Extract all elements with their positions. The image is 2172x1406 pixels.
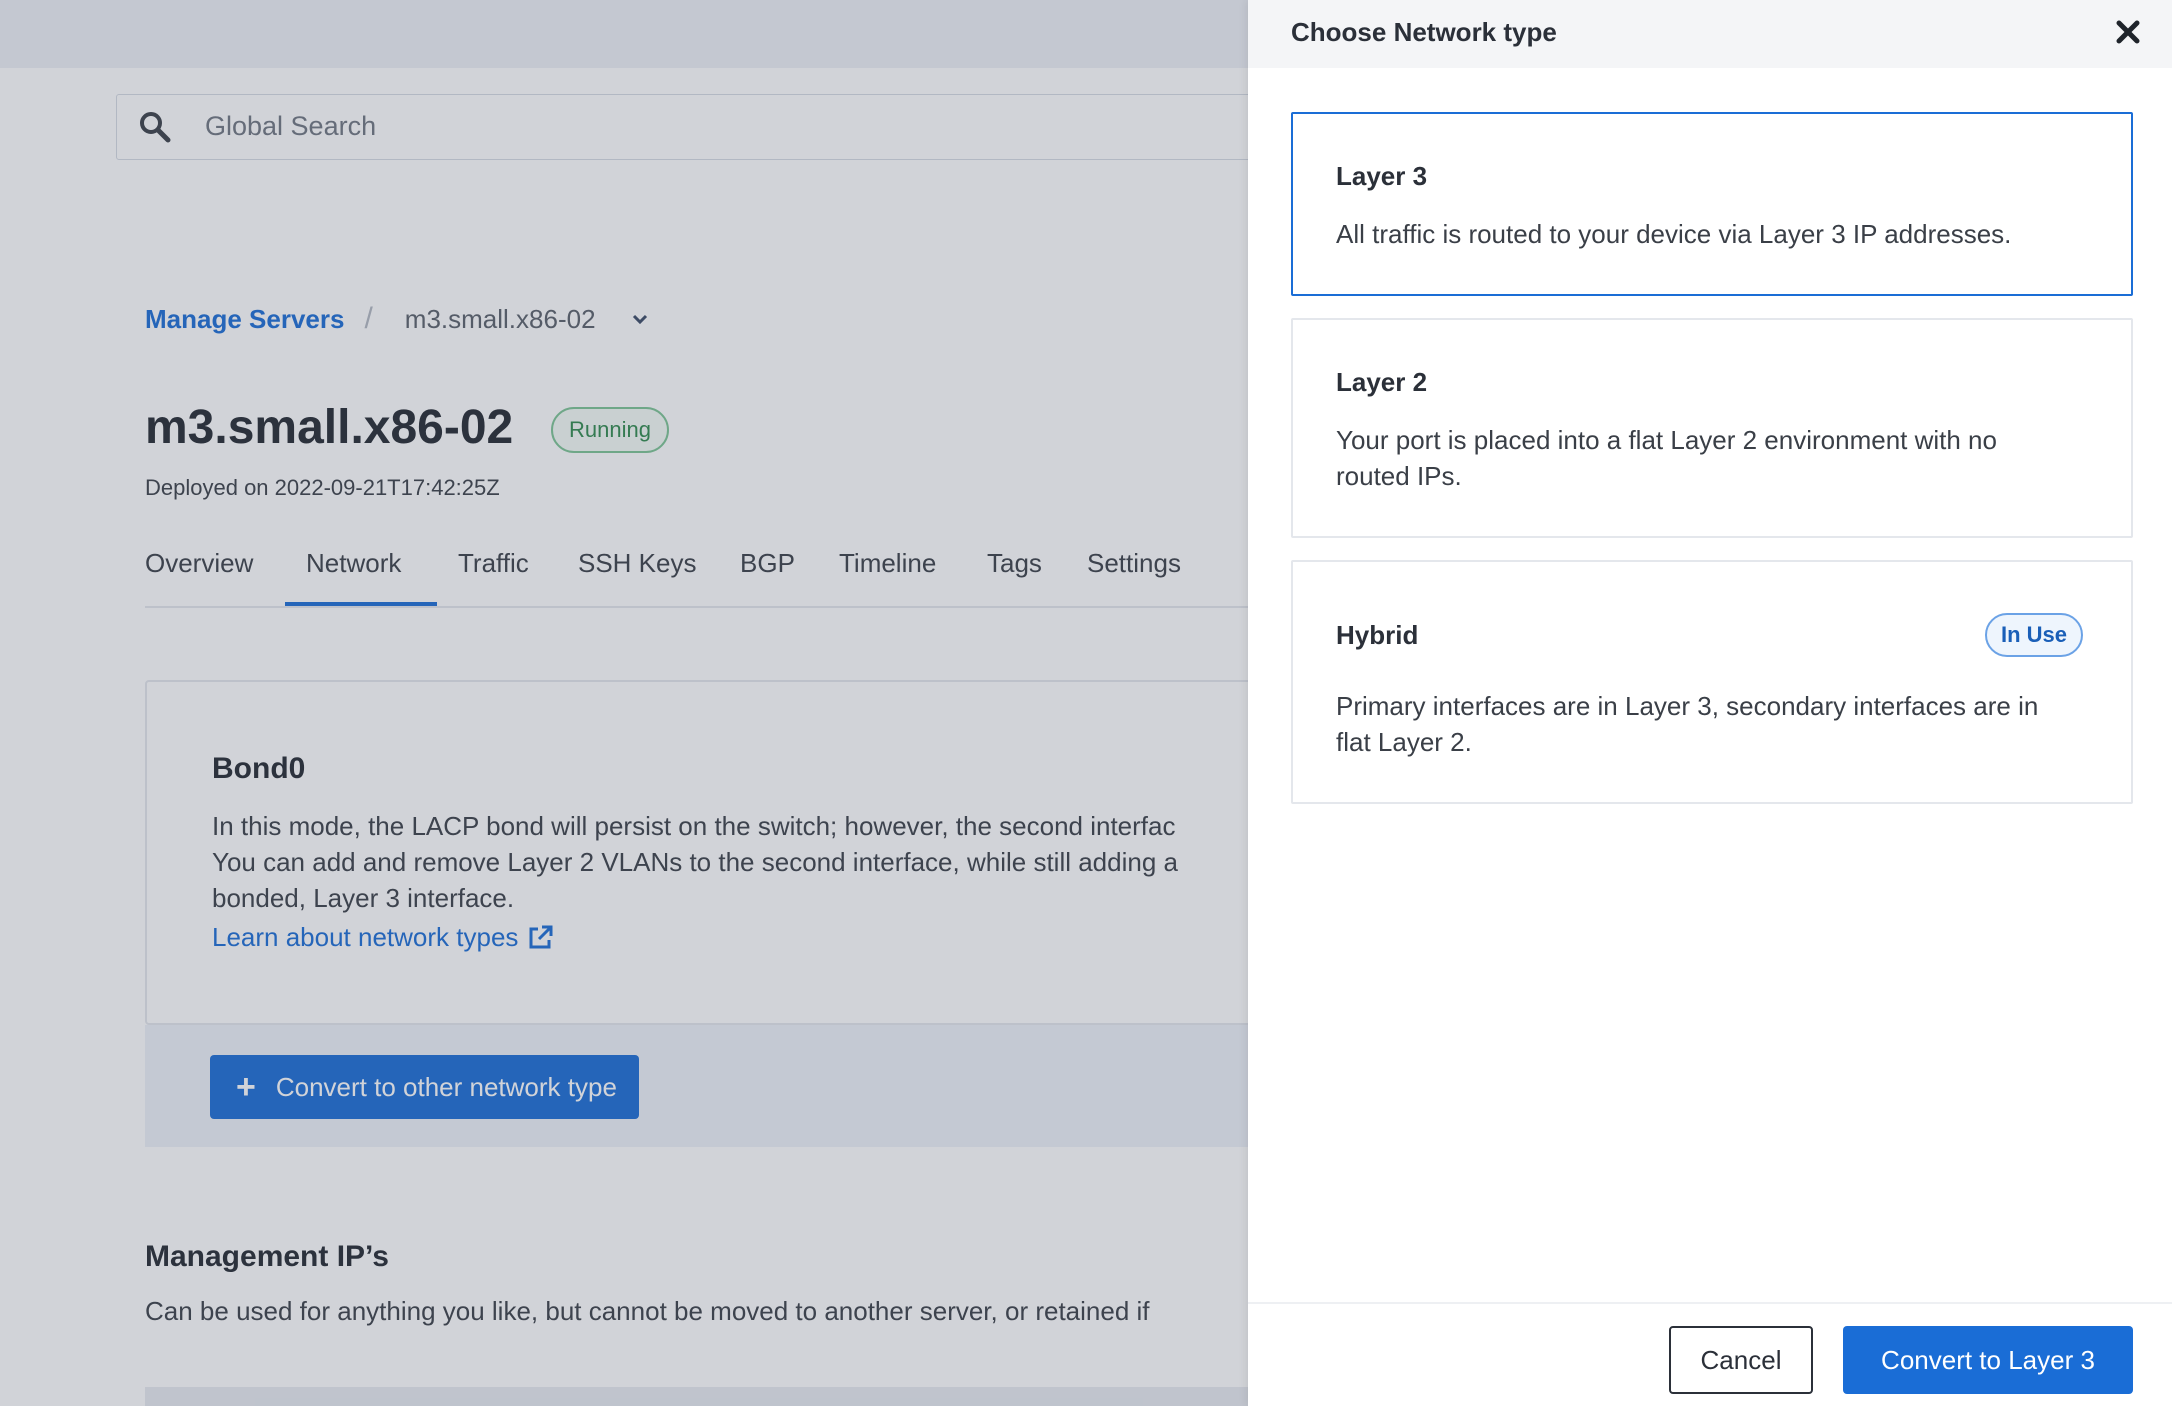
convert-to-layer-3-button[interactable]: Convert to Layer 3 bbox=[1843, 1326, 2133, 1394]
option-desc-line-1: Your port is placed into a flat Layer 2 … bbox=[1336, 425, 1997, 455]
in-use-badge: In Use bbox=[1985, 613, 2084, 657]
option-title: Layer 2 bbox=[1336, 367, 1428, 397]
option-description: Your port is placed into a flat Layer 2 … bbox=[1336, 422, 2096, 494]
close-icon[interactable] bbox=[2112, 16, 2144, 48]
option-desc-line-1: All traffic is routed to your device via… bbox=[1336, 219, 2012, 249]
cancel-button[interactable]: Cancel bbox=[1669, 1326, 1813, 1394]
option-desc-line-2: flat Layer 2. bbox=[1336, 727, 1472, 757]
option-hybrid[interactable]: Hybrid In Use Primary interfaces are in … bbox=[1291, 560, 2133, 804]
option-desc-line-2: routed IPs. bbox=[1336, 461, 1462, 491]
option-description: Primary interfaces are in Layer 3, secon… bbox=[1336, 688, 2096, 760]
drawer-footer: Cancel Convert to Layer 3 bbox=[1248, 1302, 2172, 1406]
option-desc-line-1: Primary interfaces are in Layer 3, secon… bbox=[1336, 691, 2039, 721]
option-layer-2[interactable]: Layer 2 Your port is placed into a flat … bbox=[1291, 318, 2133, 538]
option-title: Layer 3 bbox=[1336, 161, 1428, 191]
option-description: All traffic is routed to your device via… bbox=[1336, 216, 2096, 252]
drawer-header: Choose Network type bbox=[1248, 0, 2172, 68]
drawer-title: Choose Network type bbox=[1291, 17, 1557, 47]
option-layer-3[interactable]: Layer 3 All traffic is routed to your de… bbox=[1291, 112, 2133, 296]
network-type-drawer: Choose Network type Layer 3 All traffic … bbox=[1248, 0, 2172, 1406]
option-title: Hybrid bbox=[1336, 620, 1419, 650]
modal-backdrop[interactable] bbox=[0, 0, 1248, 1406]
